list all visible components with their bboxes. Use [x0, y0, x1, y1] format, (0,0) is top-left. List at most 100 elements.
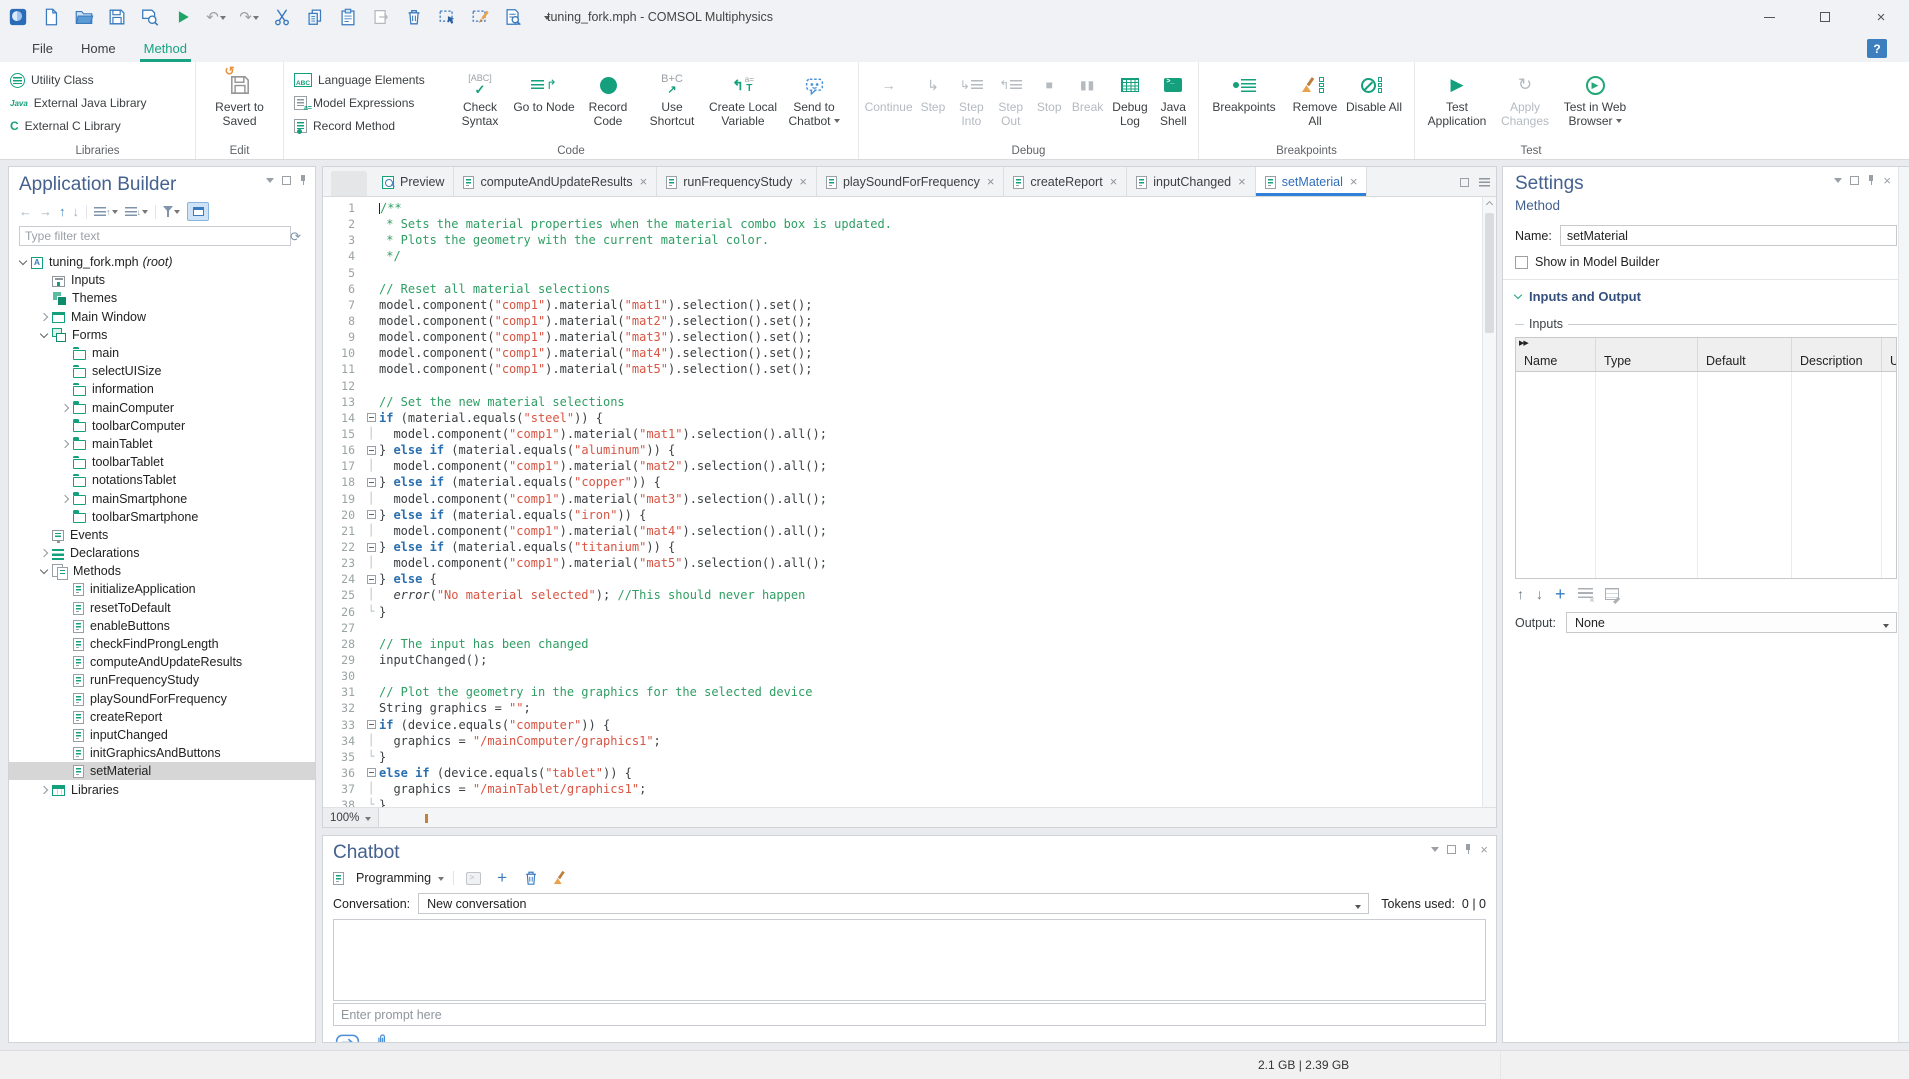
- minimize-button[interactable]: [1741, 0, 1797, 34]
- create-local-variable-button[interactable]: ↰ a=T Create Local Variable: [704, 66, 782, 128]
- close-button[interactable]: ×: [1853, 0, 1909, 34]
- tree-item-initGraphicsAndButtons[interactable]: initGraphicsAndButtons: [9, 744, 315, 762]
- disable-all-button[interactable]: Disable All: [1345, 66, 1403, 115]
- editor-tab-list-icon[interactable]: [1479, 178, 1490, 187]
- tree-item-mainComputer[interactable]: mainComputer: [9, 399, 315, 417]
- record-method-button[interactable]: Record Method: [288, 115, 448, 138]
- model-builder-toggle-button[interactable]: [187, 202, 209, 221]
- redo-icon[interactable]: ↷: [237, 5, 261, 29]
- expand-caret-icon[interactable]: [36, 314, 52, 320]
- tree-item-Inputs[interactable]: Inputs: [9, 271, 315, 289]
- tree-item-toolbarSmartphone[interactable]: toolbarSmartphone: [9, 508, 315, 526]
- chatbot-mode-select[interactable]: Programming: [333, 871, 444, 885]
- tree-item-enableButtons[interactable]: enableButtons: [9, 617, 315, 635]
- tab-method[interactable]: Method: [130, 37, 201, 62]
- java-shell-button[interactable]: Java Shell: [1153, 66, 1194, 128]
- save-icon[interactable]: [105, 5, 129, 29]
- back-icon[interactable]: ←: [19, 204, 32, 219]
- tab-file[interactable]: File: [18, 37, 67, 62]
- editor-tab-createReport[interactable]: createReport×: [1004, 167, 1127, 196]
- inputs-and-output-section[interactable]: Inputs and Output: [1515, 289, 1897, 304]
- test-in-web-browser-button[interactable]: ▶ Test in Web Browser: [1555, 66, 1635, 128]
- cut-icon[interactable]: [270, 5, 294, 29]
- chatbot-pin-icon[interactable]: [1464, 844, 1472, 855]
- code-editor[interactable]: 1/**2 * Sets the material properties whe…: [323, 197, 1496, 807]
- tree-item-tuning_fork.mph[interactable]: tuning_fork.mph(root): [9, 253, 315, 271]
- model-expressions-button[interactable]: a= Model Expressions: [288, 92, 448, 115]
- editor-tab-runFrequencyStudy[interactable]: runFrequencyStudy×: [657, 167, 817, 196]
- utility-class-button[interactable]: Utility Class: [4, 69, 153, 92]
- show-in-model-builder-row[interactable]: Show in Model Builder: [1515, 255, 1897, 269]
- editor-tab-setMaterial[interactable]: setMaterial×: [1256, 167, 1368, 196]
- paste-icon[interactable]: [336, 5, 360, 29]
- chatbot-prompt-box[interactable]: [333, 1003, 1486, 1026]
- expand-caret-icon[interactable]: [57, 405, 73, 411]
- tree-item-runFrequencyStudy[interactable]: runFrequencyStudy: [9, 671, 315, 689]
- expand-caret-icon[interactable]: [36, 787, 52, 793]
- tree-item-Methods[interactable]: Methods: [9, 562, 315, 580]
- collapse-caret-icon[interactable]: [15, 260, 31, 264]
- tree-item-notationsTablet[interactable]: notationsTablet: [9, 471, 315, 489]
- external-java-library-button[interactable]: Java External Java Library: [4, 92, 153, 115]
- tree-item-createReport[interactable]: createReport: [9, 708, 315, 726]
- close-tab-icon[interactable]: ×: [1350, 174, 1358, 189]
- fold-toggle-icon[interactable]: [363, 765, 379, 781]
- revert-to-saved-button[interactable]: ↺ Revert to Saved: [208, 66, 272, 128]
- tree-item-toolbarTablet[interactable]: toolbarTablet: [9, 453, 315, 471]
- settings-menu-icon[interactable]: [1834, 178, 1842, 187]
- tree-item-mainTablet[interactable]: mainTablet: [9, 435, 315, 453]
- expand-caret-icon[interactable]: [57, 496, 73, 502]
- tree-item-playSoundForFrequency[interactable]: playSoundForFrequency: [9, 690, 315, 708]
- tree-item-Themes[interactable]: Themes: [9, 289, 315, 307]
- check-syntax-button[interactable]: [ABC]✓ Check Syntax: [448, 66, 512, 128]
- editor-tab-computeAndUpdateResults[interactable]: computeAndUpdateResults×: [454, 167, 657, 196]
- tree-item-main[interactable]: main: [9, 344, 315, 362]
- tree-item-initializeApplication[interactable]: initializeApplication: [9, 580, 315, 598]
- debug-log-button[interactable]: Debug Log: [1107, 66, 1152, 128]
- tab-home[interactable]: Home: [67, 37, 130, 62]
- tree-item-checkFindProngLength[interactable]: checkFindProngLength: [9, 635, 315, 653]
- tree-item-Declarations[interactable]: Declarations: [9, 544, 315, 562]
- go-to-node-button[interactable]: ↱ Go to Node: [512, 66, 576, 115]
- help-button[interactable]: ?: [1867, 39, 1887, 58]
- maximize-button[interactable]: [1797, 0, 1853, 34]
- settings-float-icon[interactable]: [1850, 176, 1859, 185]
- tree-item-mainSmartphone[interactable]: mainSmartphone: [9, 489, 315, 507]
- new-conversation-icon[interactable]: +: [492, 869, 512, 887]
- expand-all-icon[interactable]: ↑: [94, 206, 118, 217]
- select-box-icon[interactable]: [435, 5, 459, 29]
- fold-toggle-icon[interactable]: [363, 717, 379, 733]
- section-collapse-icon[interactable]: [1514, 291, 1522, 299]
- fold-toggle-icon[interactable]: [363, 571, 379, 587]
- tree-item-selectUISize[interactable]: selectUISize: [9, 362, 315, 380]
- test-application-button[interactable]: ▶ Test Application: [1419, 66, 1495, 128]
- new-file-icon[interactable]: [39, 5, 63, 29]
- clear-selection-icon[interactable]: [468, 5, 492, 29]
- close-tab-icon[interactable]: ×: [799, 174, 807, 189]
- editor-tab-inputChanged[interactable]: inputChanged×: [1127, 167, 1255, 196]
- collapse-caret-icon[interactable]: [36, 333, 52, 337]
- delete-conversation-icon[interactable]: [521, 869, 541, 887]
- breakpoints-button[interactable]: Breakpoints: [1203, 66, 1285, 115]
- editor-vertical-scrollbar[interactable]: [1482, 197, 1496, 807]
- find-in-document-icon[interactable]: [501, 5, 525, 29]
- add-input-icon[interactable]: +: [1555, 588, 1566, 600]
- move-row-down-icon[interactable]: ↓: [1536, 586, 1543, 602]
- settings-pin-icon[interactable]: [1867, 175, 1875, 186]
- delete-icon[interactable]: [402, 5, 426, 29]
- chatbot-prompt-input[interactable]: [334, 1008, 1485, 1022]
- expand-caret-icon[interactable]: [36, 550, 52, 556]
- close-tab-icon[interactable]: ×: [640, 174, 648, 189]
- run-application-icon[interactable]: [171, 5, 195, 29]
- close-tab-icon[interactable]: ×: [1238, 174, 1246, 189]
- external-c-library-button[interactable]: C External C Library: [4, 115, 153, 138]
- editor-tab-Preview[interactable]: Preview: [373, 167, 454, 196]
- collapse-caret-icon[interactable]: [36, 569, 52, 573]
- collapse-all-icon[interactable]: ↓: [125, 206, 149, 217]
- tree-item-Libraries[interactable]: Libraries: [9, 780, 315, 798]
- chatbot-menu-icon[interactable]: [1431, 847, 1439, 856]
- output-select[interactable]: None: [1566, 612, 1897, 633]
- close-tab-icon[interactable]: ×: [1110, 174, 1118, 189]
- language-elements-button[interactable]: Language Elements: [288, 69, 448, 92]
- tree-filter-input[interactable]: [19, 226, 291, 246]
